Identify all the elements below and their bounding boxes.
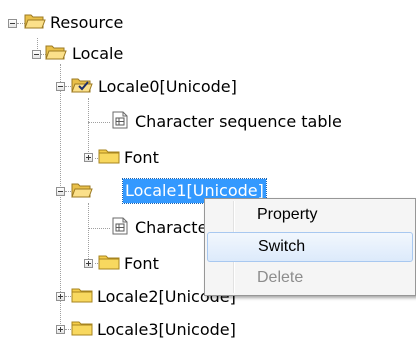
collapse-toggle[interactable] [32, 50, 41, 59]
tree-label-locale: Locale [72, 44, 124, 63]
menu-item-delete: Delete [207, 264, 413, 294]
tree-node-locale3[interactable]: Locale3[Unicode] [0, 317, 320, 343]
tree-node-locale1-font[interactable]: Font [0, 251, 200, 277]
menu-item-label: Delete [257, 269, 304, 286]
table-doc-icon [112, 217, 128, 235]
folder-icon [71, 288, 93, 303]
expand-toggle[interactable] [56, 325, 65, 334]
collapse-toggle[interactable] [56, 187, 65, 196]
expand-toggle[interactable] [84, 153, 93, 162]
tree-node-locale0-charseq[interactable]: Character sequence table [0, 109, 416, 135]
open-folder-icon [45, 45, 67, 60]
tree-node-locale0-font[interactable]: Font [0, 145, 200, 171]
context-menu: Property Switch Delete [204, 198, 416, 296]
collapse-toggle[interactable] [8, 19, 17, 28]
collapse-toggle[interactable] [56, 82, 65, 91]
menu-item-label: Switch [258, 238, 306, 255]
tree-node-locale0[interactable]: Locale0[Unicode] [0, 75, 320, 101]
folder-icon [71, 321, 93, 336]
tree-label-locale0-charseq: Character sequence table [135, 112, 342, 131]
tree-label-locale3: Locale3[Unicode] [97, 320, 236, 339]
open-folder-icon [24, 14, 46, 29]
expand-toggle[interactable] [56, 292, 65, 301]
tree-node-resource[interactable]: Resource [0, 10, 180, 36]
expand-toggle[interactable] [84, 259, 93, 268]
tree-label-resource: Resource [50, 13, 124, 32]
menu-item-label: Property [257, 206, 318, 223]
folder-icon [98, 149, 120, 164]
menu-item-switch[interactable]: Switch [207, 232, 413, 262]
tree-label-locale0-font: Font [124, 148, 159, 167]
tree-label-locale0: Locale0[Unicode] [98, 77, 237, 96]
tree-node-locale[interactable]: Locale [0, 42, 180, 68]
folder-icon [98, 255, 120, 270]
resource-tree: Resource Locale Locale0[Unicode] Charact… [0, 0, 416, 345]
table-doc-icon [112, 111, 128, 129]
open-folder-check-icon [71, 78, 93, 93]
menu-item-property[interactable]: Property [207, 201, 413, 231]
open-folder-icon [71, 183, 93, 198]
tree-label-locale1-font: Font [124, 254, 159, 273]
